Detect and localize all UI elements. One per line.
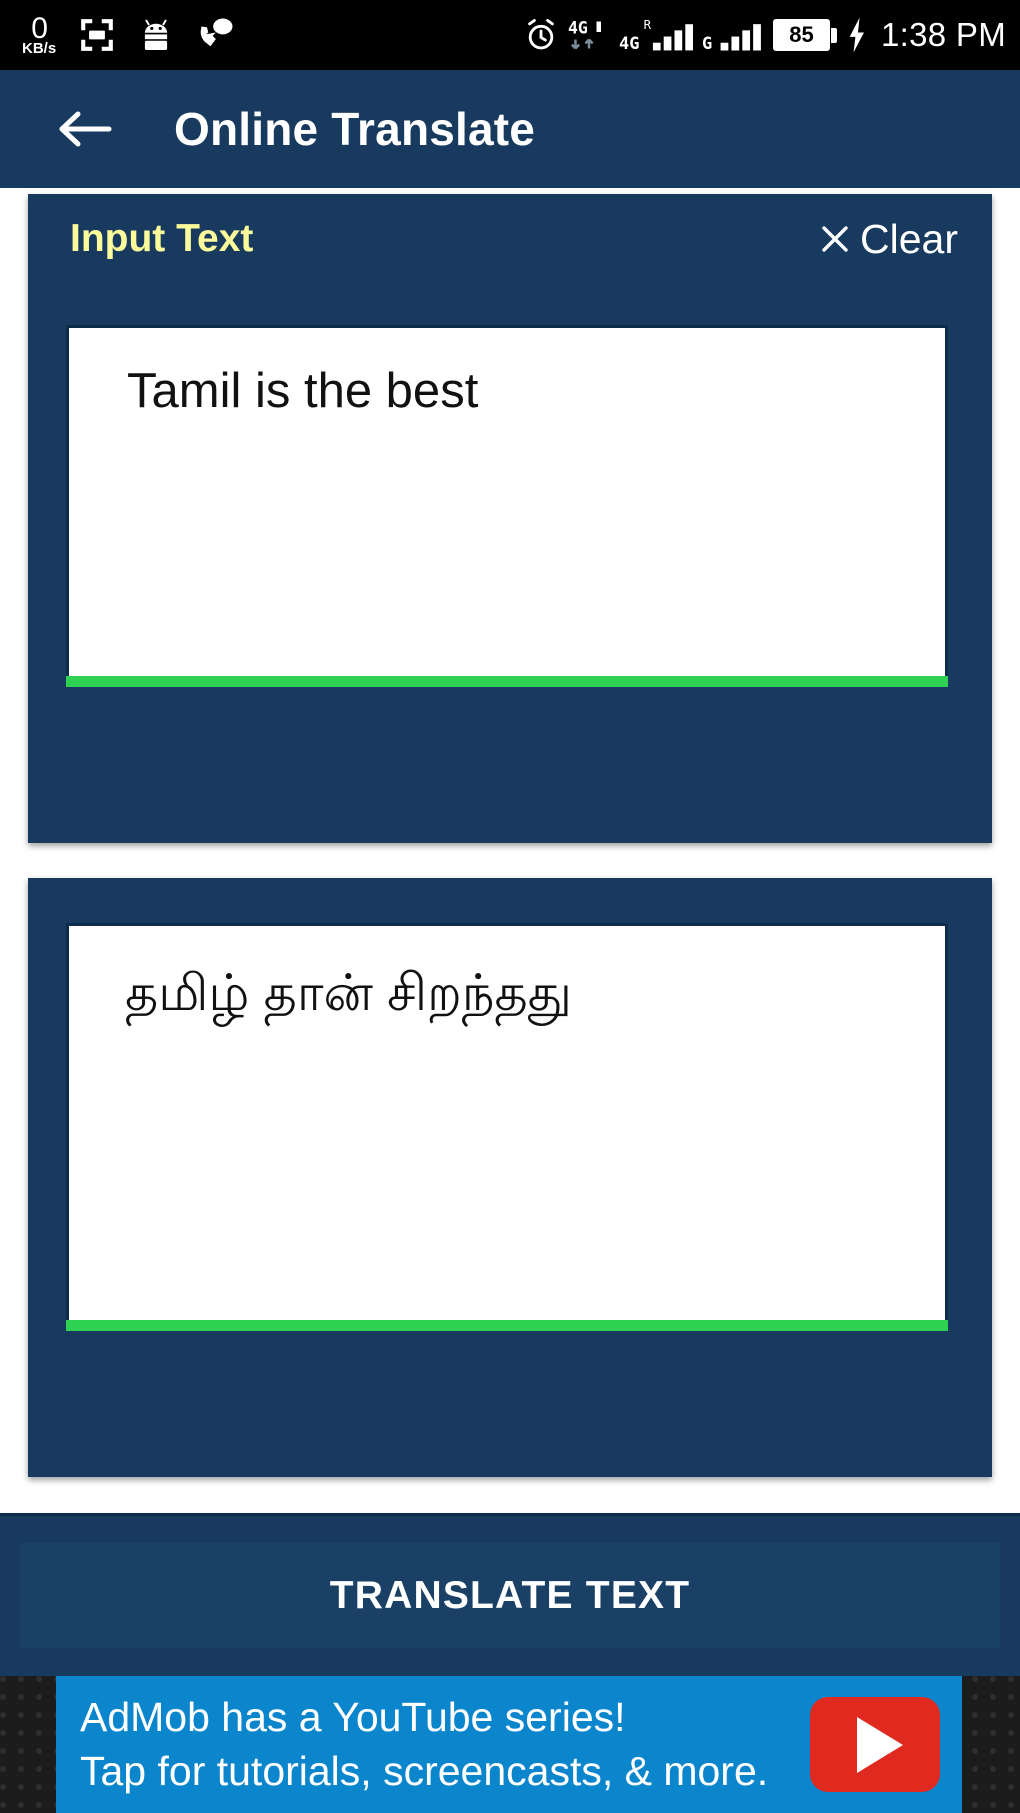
- ad-container: AdMob has a YouTube series! Tap for tuto…: [0, 1676, 1020, 1813]
- close-x-icon: [822, 226, 848, 252]
- charging-bolt-icon: [849, 17, 864, 53]
- input-text-card: Input Text Clear Tamil is the best: [28, 194, 992, 843]
- input-card-header: Input Text Clear: [28, 194, 992, 284]
- ad-headline: AdMob has a YouTube series!: [80, 1693, 626, 1740]
- translated-text-output[interactable]: தமிழ் தான் சிறந்தது: [66, 923, 948, 1320]
- back-arrow-icon[interactable]: [58, 109, 112, 149]
- admob-banner-ad[interactable]: AdMob has a YouTube series! Tap for tuto…: [56, 1676, 962, 1813]
- source-text-input[interactable]: Tamil is the best: [66, 325, 948, 676]
- svg-text:4G: 4G: [619, 33, 639, 53]
- status-bar-right: 4G 4G R G 85 1:38 PM: [523, 16, 1006, 54]
- translate-text-button[interactable]: TRANSLATE TEXT: [20, 1543, 1000, 1648]
- clear-button[interactable]: Clear: [820, 216, 958, 263]
- status-bar: 0 KB/s 4G 4G R G 85 1:38 PM: [0, 0, 1020, 70]
- battery-indicator: 85: [773, 19, 837, 51]
- status-bar-clock: 1:38 PM: [881, 16, 1006, 53]
- svg-text:R: R: [644, 18, 652, 32]
- svg-text:4G: 4G: [568, 19, 588, 38]
- app-bar: Online Translate: [0, 70, 1020, 188]
- phone-call-bubble-icon: [200, 18, 233, 47]
- battery-cap: [831, 27, 837, 43]
- network-speed-indicator: 0 KB/s: [22, 14, 57, 57]
- translated-text-card: தமிழ் தான் சிறந்தது: [28, 878, 992, 1477]
- screenshot-crop-icon: [81, 19, 114, 51]
- youtube-play-icon[interactable]: [810, 1697, 940, 1792]
- input-text-label: Input Text: [70, 217, 254, 260]
- ad-text-block: AdMob has a YouTube series! Tap for tuto…: [80, 1693, 769, 1794]
- sim1-signal-icon: 4G R: [619, 18, 693, 53]
- svg-text:G: G: [702, 34, 712, 54]
- page-title: Online Translate: [174, 103, 536, 155]
- source-input-underline: [66, 676, 948, 687]
- status-bar-left: 0 KB/s: [22, 14, 236, 56]
- network-speed-unit: KB/s: [22, 40, 57, 57]
- clear-button-label: Clear: [860, 215, 958, 262]
- play-triangle: [857, 1716, 903, 1773]
- battery-percent-label: 85: [789, 22, 814, 47]
- bottom-action-bar: TRANSLATE TEXT: [0, 1513, 1020, 1676]
- app-root: 0 KB/s 4G 4G R G 85 1:38 PM Online Trans…: [0, 0, 1020, 1813]
- mobile-data-transfer-icon: 4G: [568, 19, 601, 50]
- ad-subline: Tap for tutorials, screencasts, & more.: [80, 1748, 769, 1794]
- source-text-value: Tamil is the best: [127, 364, 479, 418]
- sim2-signal-icon: G: [702, 24, 761, 54]
- translated-output-underline: [66, 1320, 948, 1331]
- android-robot-icon: [145, 19, 168, 50]
- alarm-clock-icon: [528, 19, 554, 50]
- translated-text-value: தமிழ் தான் சிறந்தது: [125, 964, 572, 1021]
